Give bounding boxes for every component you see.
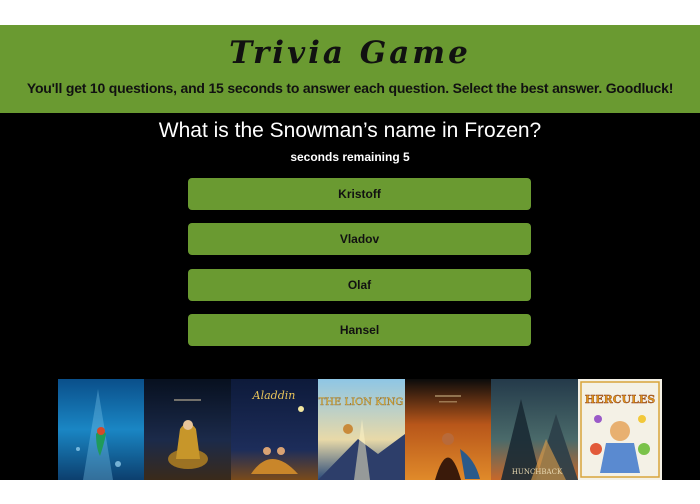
answer-button-olaf[interactable]: Olaf [188,269,531,301]
header-banner: Trivia Game You'll get 10 questions, and… [0,25,700,113]
question-text: What is the Snowman’s name in Frozen? [158,119,542,142]
lion-king-poster: THE LION KING [318,379,405,480]
page-title: Trivia Game [229,35,471,71]
little-mermaid-poster [58,379,144,480]
beauty-and-beast-poster [144,379,231,480]
answer-button-kristoff[interactable]: Kristoff [188,178,531,210]
instructions-text: You'll get 10 questions, and 15 seconds … [26,80,674,96]
answer-button-vladov[interactable]: Vladov [188,223,531,255]
svg-text:HERCULES: HERCULES [585,393,655,406]
pocahontas-poster [405,379,491,480]
hercules-poster: HERCULES [578,379,662,480]
aladdin-poster: Aladdin [231,379,318,480]
svg-text:THE LION KING: THE LION KING [319,397,404,408]
svg-text:HUNCHBACK: HUNCHBACK [512,468,563,476]
timer-text: seconds remaining 5 [290,150,410,164]
poster-strip: Aladdin THE LION KING HUNCHBACK HERCULES [58,379,662,480]
svg-text:Aladdin: Aladdin [252,389,296,402]
answer-button-hansel[interactable]: Hansel [188,314,531,346]
hunchback-poster: HUNCHBACK [491,379,578,480]
